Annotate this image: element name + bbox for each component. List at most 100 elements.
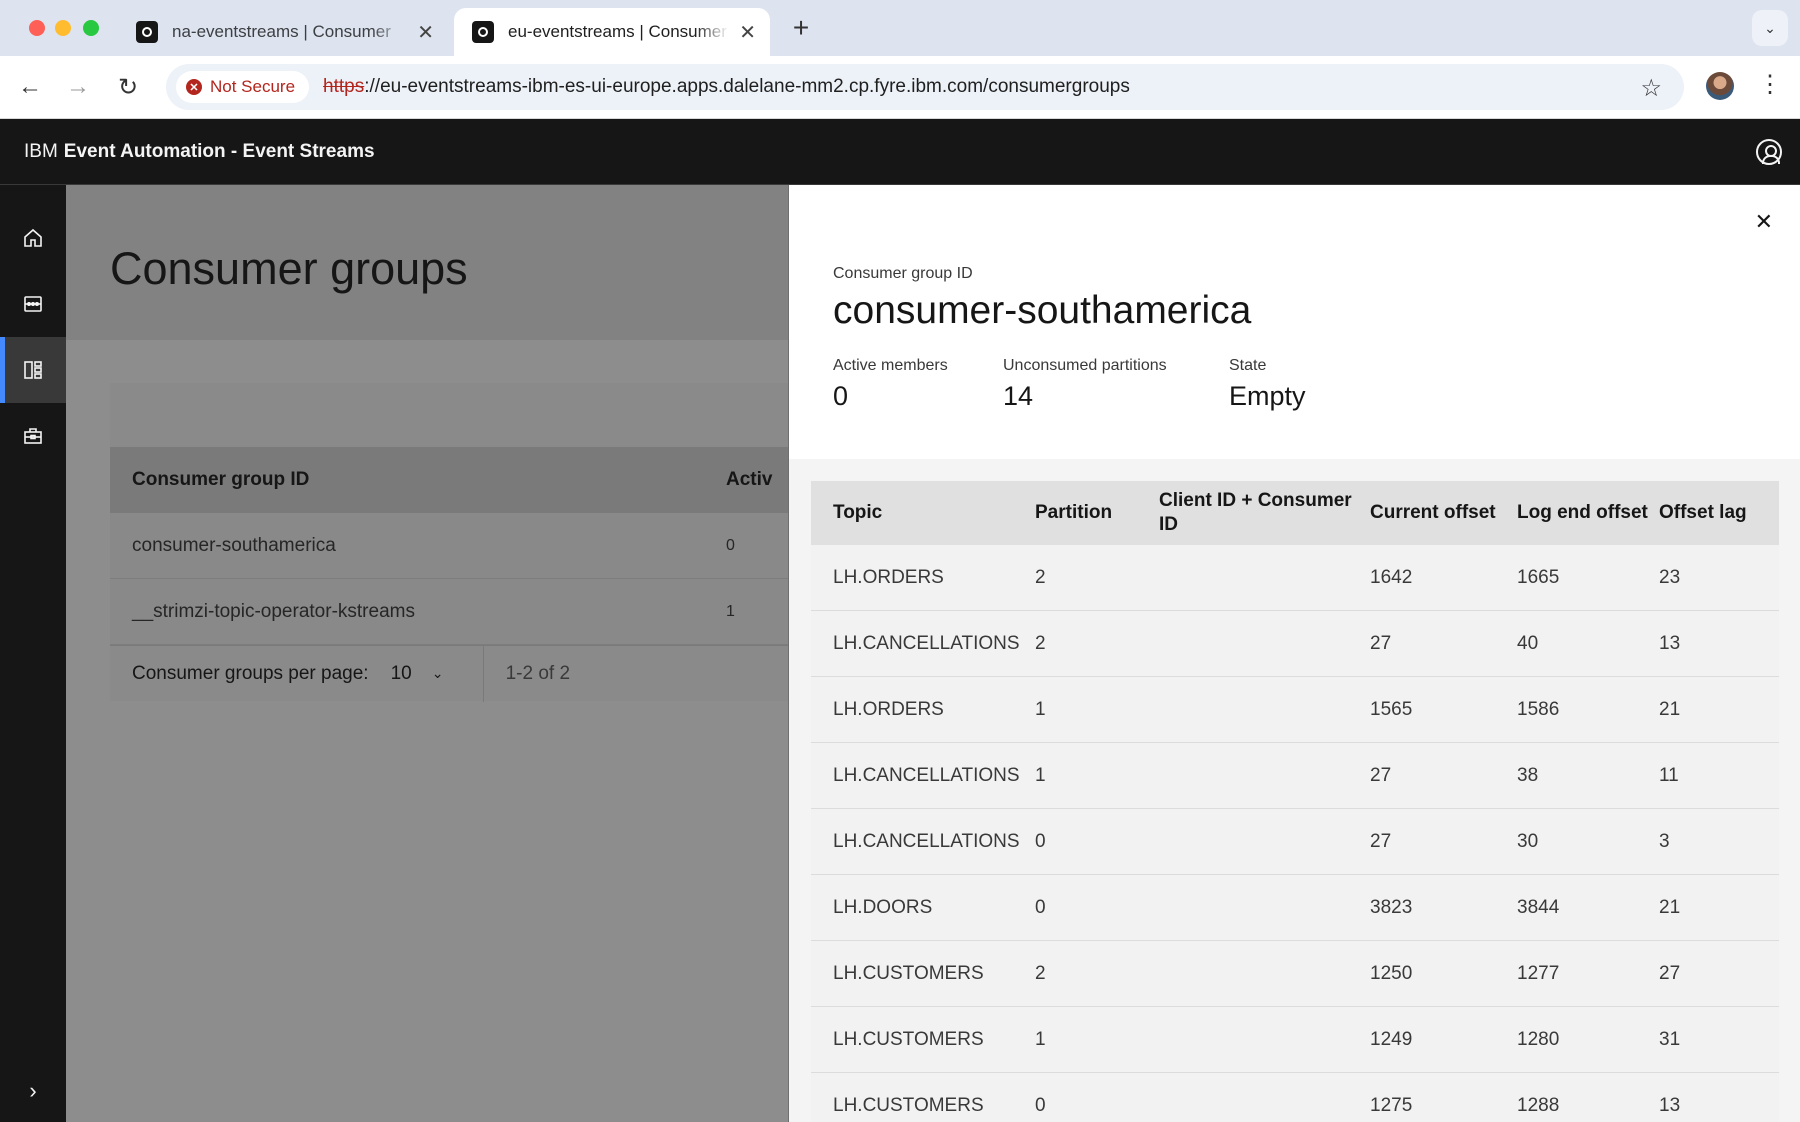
expand-nav-chevron-icon[interactable]: › xyxy=(0,1066,66,1116)
side-navigation: › xyxy=(0,185,66,1122)
cell-offset-lag: 27 xyxy=(1659,962,1681,984)
cell-partition: 0 xyxy=(1035,896,1046,918)
table-row[interactable]: LH.ORDERS 1 1565 1586 21 xyxy=(811,677,1779,743)
column-header-partition[interactable]: Partition xyxy=(1035,501,1159,525)
cell-log-end-offset: 3844 xyxy=(1517,896,1560,918)
cell-topic: LH.CANCELLATIONS xyxy=(833,830,1020,852)
cell-group-id: consumer-southamerica xyxy=(132,534,336,556)
url-path: ://eu-eventstreams-ibm-es-ui-europe.apps… xyxy=(364,76,1130,97)
cell-topic: LH.CUSTOMERS xyxy=(833,962,984,984)
cell-log-end-offset: 38 xyxy=(1517,764,1539,786)
cell-log-end-offset: 1288 xyxy=(1517,1094,1560,1116)
page-range: 1-2 of 2 xyxy=(482,645,570,702)
browser-toolbar: ← → ↻ ✕ Not Secure https://eu-eventstrea… xyxy=(0,56,1800,119)
cell-topic: LH.CUSTOMERS xyxy=(833,1094,984,1116)
event-streams-favicon-icon xyxy=(136,21,158,43)
close-icon[interactable]: ✕ xyxy=(1755,209,1773,235)
window-maximize-button[interactable] xyxy=(83,20,99,36)
cell-current-offset: 1249 xyxy=(1370,1028,1413,1050)
cell-offset-lag: 31 xyxy=(1659,1028,1681,1050)
table-row[interactable]: LH.CANCELLATIONS 1 27 38 11 xyxy=(811,743,1779,809)
browser-tab-na-eventstreams[interactable]: na-eventstreams | Consumer ✕ xyxy=(118,8,448,56)
profile-avatar[interactable] xyxy=(1706,72,1734,100)
browser-tab-eu-eventstreams[interactable]: eu-eventstreams | Consumer ✕ xyxy=(454,8,770,56)
table-row[interactable]: LH.CUSTOMERS 1 1249 1280 31 xyxy=(811,1007,1779,1073)
cell-current-offset: 1250 xyxy=(1370,962,1413,984)
stat-value: 0 xyxy=(833,381,849,411)
toolbox-icon xyxy=(24,428,42,444)
cell-partition: 2 xyxy=(1035,632,1046,654)
cell-topic: LH.DOORS xyxy=(833,896,933,918)
product-name[interactable]: Event Automation - Event Streams xyxy=(64,141,375,163)
cell-log-end-offset: 1277 xyxy=(1517,962,1560,984)
cell-log-end-offset: 40 xyxy=(1517,632,1539,654)
forward-arrow-icon[interactable]: → xyxy=(61,70,95,104)
table-row[interactable]: consumer-southamerica 0 xyxy=(110,513,830,579)
tab-search-chevron-icon[interactable]: ⌄ xyxy=(1752,10,1788,46)
partition-table: Topic Partition Client ID + Consumer ID … xyxy=(811,481,1779,1122)
security-indicator[interactable]: ✕ Not Secure xyxy=(176,71,310,103)
table-row[interactable]: LH.CANCELLATIONS 2 27 40 13 xyxy=(811,611,1779,677)
stat-label: Unconsumed partitions xyxy=(1003,357,1167,374)
new-tab-button[interactable]: + xyxy=(786,12,816,44)
cell-topic: LH.ORDERS xyxy=(833,698,944,720)
stat-active-members: Active members 0 xyxy=(833,357,948,412)
tab-close-icon[interactable]: ✕ xyxy=(739,20,756,45)
tab-close-icon[interactable]: ✕ xyxy=(417,20,434,45)
table-header: Consumer group ID Activ xyxy=(110,447,830,513)
column-header-offset-lag[interactable]: Offset lag xyxy=(1659,501,1779,525)
cell-topic: LH.CUSTOMERS xyxy=(833,1028,984,1050)
cell-offset-lag: 21 xyxy=(1659,896,1681,918)
cell-log-end-offset: 30 xyxy=(1517,830,1539,852)
column-header-log-end-offset[interactable]: Log end offset xyxy=(1517,501,1659,525)
warning-icon: ✕ xyxy=(186,79,202,95)
reload-icon[interactable]: ↻ xyxy=(111,70,145,104)
browser-menu-icon[interactable]: ⋮ xyxy=(1758,70,1782,99)
cell-current-offset: 1565 xyxy=(1370,698,1413,720)
cell-partition: 1 xyxy=(1035,1028,1046,1050)
user-profile-icon[interactable] xyxy=(1756,139,1782,165)
cell-log-end-offset: 1586 xyxy=(1517,698,1560,720)
table-header: Topic Partition Client ID + Consumer ID … xyxy=(811,481,1779,545)
table-row[interactable]: LH.CANCELLATIONS 0 27 30 3 xyxy=(811,809,1779,875)
panel-label: Consumer group ID xyxy=(833,265,973,282)
table-row[interactable]: LH.CUSTOMERS 2 1250 1277 27 xyxy=(811,941,1779,1007)
cell-log-end-offset: 1280 xyxy=(1517,1028,1560,1050)
cell-current-offset: 1275 xyxy=(1370,1094,1413,1116)
consumer-group-detail-panel: ✕ Consumer group ID consumer-southameric… xyxy=(788,185,1800,1122)
nav-home[interactable] xyxy=(0,205,66,271)
table-row[interactable]: LH.ORDERS 2 1642 1665 23 xyxy=(811,545,1779,611)
column-header-topic[interactable]: Topic xyxy=(811,501,1035,525)
window-close-button[interactable] xyxy=(29,20,45,36)
address-bar[interactable]: ✕ Not Secure https://eu-eventstreams-ibm… xyxy=(166,64,1684,110)
column-header-current-offset[interactable]: Current offset xyxy=(1370,501,1517,525)
stat-unconsumed-partitions: Unconsumed partitions 14 xyxy=(1003,357,1167,412)
nav-consumer-groups[interactable] xyxy=(0,337,66,403)
nav-toolbox[interactable] xyxy=(0,403,66,469)
bookmark-star-icon[interactable]: ☆ xyxy=(1640,74,1662,103)
event-streams-favicon-icon xyxy=(472,21,494,43)
window-minimize-button[interactable] xyxy=(55,20,71,36)
cell-log-end-offset: 1665 xyxy=(1517,566,1560,588)
back-arrow-icon[interactable]: ← xyxy=(13,70,47,104)
table-row[interactable]: LH.DOORS 0 3823 3844 21 xyxy=(811,875,1779,941)
page-size-select[interactable]: 10 ⌄ xyxy=(391,663,465,685)
cell-group-id: __strimzi-topic-operator-kstreams xyxy=(132,600,415,622)
panel-title: consumer-southamerica xyxy=(833,289,1252,332)
url-text[interactable]: https://eu-eventstreams-ibm-es-ui-europe… xyxy=(323,76,1130,98)
table-row[interactable]: LH.CUSTOMERS 0 1275 1288 13 xyxy=(811,1073,1779,1122)
topics-icon xyxy=(24,296,42,312)
cell-offset-lag: 13 xyxy=(1659,632,1681,654)
column-header-group-id[interactable]: Consumer group ID xyxy=(110,469,726,491)
cell-current-offset: 27 xyxy=(1370,764,1392,786)
home-icon xyxy=(24,228,42,247)
cell-current-offset: 27 xyxy=(1370,632,1392,654)
app-header: IBM Event Automation - Event Streams xyxy=(0,119,1800,185)
cell-partition: 1 xyxy=(1035,764,1046,786)
nav-topics[interactable] xyxy=(0,271,66,337)
cell-partition: 1 xyxy=(1035,698,1046,720)
stat-value: 14 xyxy=(1003,381,1034,411)
table-row[interactable]: __strimzi-topic-operator-kstreams 1 xyxy=(110,579,830,645)
column-header-client-id[interactable]: Client ID + Consumer ID xyxy=(1159,489,1370,537)
cell-current-offset: 27 xyxy=(1370,830,1392,852)
